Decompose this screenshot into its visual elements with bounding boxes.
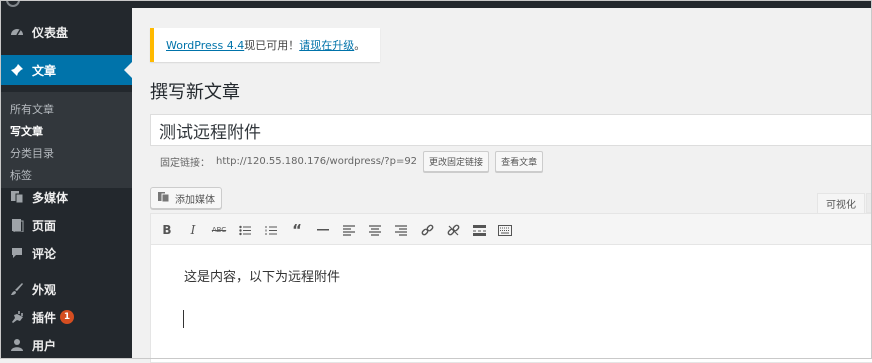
permalink-url[interactable]: http://120.55.180.176/wordpress/?p=92	[216, 156, 417, 167]
post-editor: B I ABC “ 这是内容，以下为远程附件	[150, 213, 872, 363]
permalink-row: 固定链接： http://120.55.180.176/wordpress/?p…	[160, 151, 544, 172]
upgrade-now-link[interactable]: 请现在升级	[299, 37, 354, 53]
view-post-button[interactable]: 查看文章	[495, 151, 544, 172]
align-left-icon[interactable]	[340, 221, 358, 239]
admin-sidebar: 仪表盘 文章 所有文章 写文章 分类目录 标签 多媒体 页面 评论 外观 插件 …	[0, 8, 132, 359]
page-title: 撰写新文章	[150, 82, 240, 103]
italic-icon[interactable]: I	[184, 221, 202, 239]
sidebar-item-label: 插件	[32, 310, 57, 325]
plugin-icon	[8, 308, 26, 326]
editor-content[interactable]: 这是内容，以下为远程附件	[184, 266, 340, 285]
submenu-item-all-posts[interactable]: 所有文章	[10, 101, 54, 117]
sidebar-item-comments[interactable]: 评论	[0, 238, 132, 268]
align-center-icon[interactable]	[366, 221, 384, 239]
sidebar-item-appearance[interactable]: 外观	[0, 274, 132, 304]
numbered-list-icon[interactable]	[262, 221, 280, 239]
editor-toolbar: B I ABC “	[151, 214, 872, 245]
sidebar-item-label: 文章	[32, 63, 57, 78]
sidebar-item-posts[interactable]: 文章	[0, 55, 132, 85]
sidebar-item-label: 用户	[32, 338, 57, 353]
toolbar-toggle-icon[interactable]	[496, 221, 514, 239]
permalink-label: 固定链接：	[160, 158, 210, 169]
tab-text[interactable]	[866, 193, 872, 213]
edit-permalink-button[interactable]: 更改固定链接	[423, 151, 490, 172]
update-count-badge: 1	[60, 310, 75, 324]
horizontal-line-icon[interactable]	[314, 221, 332, 239]
user-icon	[8, 336, 26, 354]
add-media-label: 添加媒体	[175, 194, 215, 206]
unlink-icon[interactable]	[444, 221, 462, 239]
sidebar-item-label: 页面	[32, 218, 57, 233]
sidebar-item-pages[interactable]: 页面	[0, 210, 132, 240]
strikethrough-icon[interactable]: ABC	[210, 221, 228, 239]
sidebar-item-media[interactable]: 多媒体	[0, 182, 132, 212]
posts-submenu: 所有文章 写文章 分类目录 标签	[0, 92, 132, 188]
notice-text: 现已可用！	[244, 39, 300, 52]
tab-visual[interactable]: 可视化	[817, 193, 865, 213]
update-notice: WordPress 4.4 现已可用！ 请现在升级。	[150, 28, 380, 62]
comment-icon	[8, 244, 26, 262]
media-icon	[8, 188, 26, 206]
paintbrush-icon	[8, 280, 26, 298]
align-right-icon[interactable]	[392, 221, 410, 239]
add-media-icon	[157, 191, 171, 206]
submenu-item-tags[interactable]: 标签	[10, 167, 32, 183]
add-media-button[interactable]: 添加媒体	[150, 187, 222, 209]
wordpress-logo-icon[interactable]	[6, 0, 20, 7]
page-icon	[8, 216, 26, 234]
text-cursor	[183, 310, 184, 328]
sidebar-item-label: 仪表盘	[32, 25, 69, 40]
wordpress-version-link[interactable]: WordPress 4.4	[166, 39, 244, 52]
bullet-list-icon[interactable]	[236, 221, 254, 239]
pushpin-icon	[8, 61, 26, 79]
sidebar-item-label: 评论	[32, 246, 57, 261]
read-more-icon[interactable]	[470, 221, 488, 239]
sidebar-item-dashboard[interactable]: 仪表盘	[0, 17, 132, 47]
blockquote-icon[interactable]: “	[288, 221, 306, 239]
sidebar-item-label: 多媒体	[32, 190, 69, 205]
submenu-item-add-new[interactable]: 写文章	[10, 123, 43, 139]
submenu-item-categories[interactable]: 分类目录	[10, 145, 54, 161]
bold-icon[interactable]: B	[158, 221, 176, 239]
link-icon[interactable]	[418, 221, 436, 239]
sidebar-item-label: 外观	[32, 282, 57, 297]
sidebar-item-plugins[interactable]: 插件 1	[0, 302, 132, 332]
admin-bar	[0, 0, 872, 8]
sidebar-item-users[interactable]: 用户	[0, 330, 132, 360]
post-title-input[interactable]: 测试远程附件	[150, 114, 872, 146]
dashboard-icon	[8, 23, 26, 41]
notice-period: 。	[354, 39, 366, 52]
